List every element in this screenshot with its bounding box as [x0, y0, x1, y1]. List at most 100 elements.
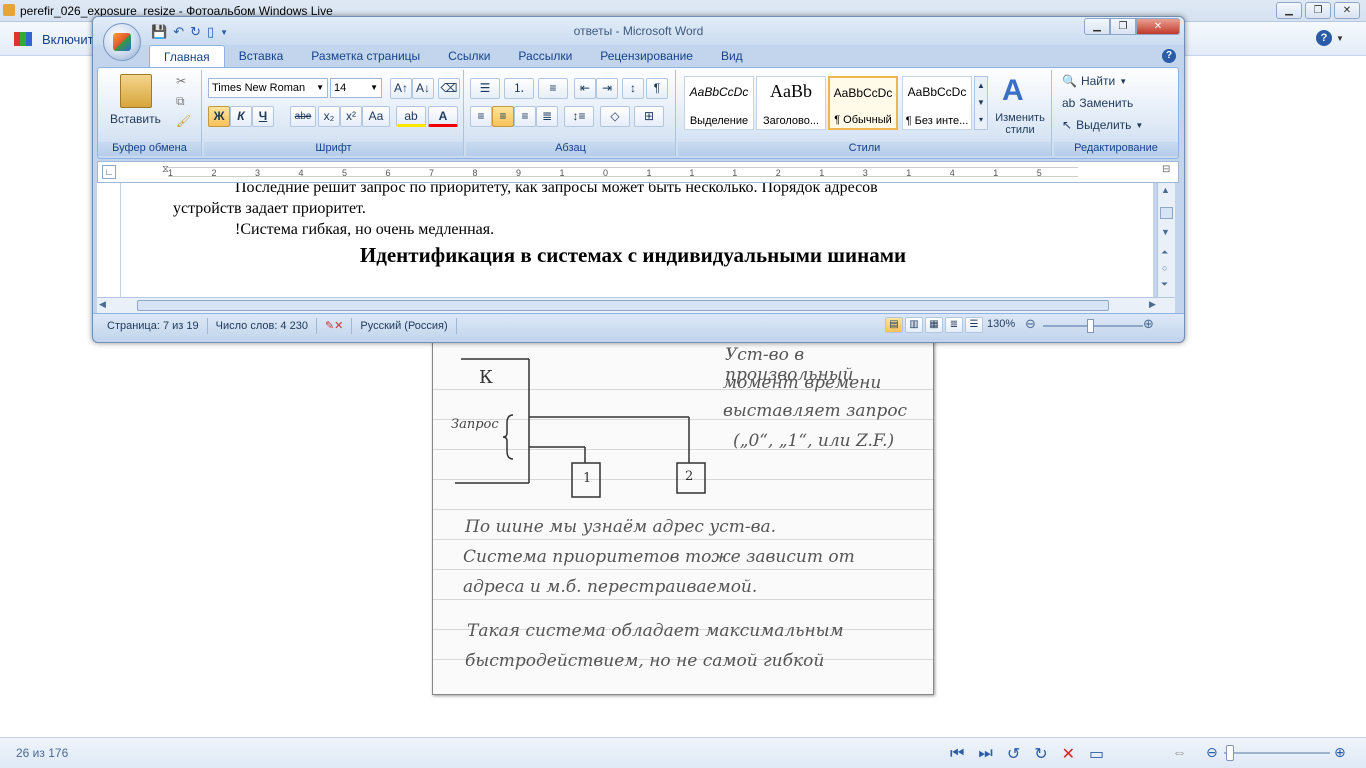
font-name-dropdown-icon[interactable]: ▼ — [316, 79, 324, 97]
word-close-button[interactable]: ✕ — [1136, 18, 1180, 35]
align-left-icon[interactable]: ≡ — [470, 106, 492, 127]
next-icon[interactable]: ⏭ — [978, 745, 992, 763]
numbering-icon[interactable]: ⒈ — [504, 78, 534, 99]
previous-icon[interactable]: ⏮ — [950, 745, 964, 763]
line-spacing-icon[interactable]: ↕≡ — [564, 106, 594, 127]
web-layout-icon[interactable]: ▦ — [925, 317, 943, 333]
superscript-button[interactable]: x² — [340, 106, 362, 127]
copy-icon[interactable]: ⧉ — [176, 94, 185, 109]
fit-icon[interactable]: ⇔ — [1172, 744, 1187, 761]
gallery-minimize-button[interactable]: ▁ — [1276, 2, 1302, 19]
tab-references[interactable]: Ссылки — [434, 45, 504, 67]
strikethrough-button[interactable]: abe — [290, 106, 316, 127]
cut-icon[interactable]: ✂ — [176, 74, 186, 88]
style-heading[interactable]: AaBb Заголово... — [756, 76, 826, 130]
font-color-icon[interactable]: A — [428, 106, 458, 127]
gallery-toolbar-item[interactable]: Включит — [42, 32, 94, 47]
shrink-font-icon[interactable]: A↓ — [412, 78, 434, 99]
find-dropdown-icon[interactable]: ▼ — [1119, 77, 1127, 86]
select-button[interactable]: ↖ Выделить ▼ — [1062, 118, 1143, 132]
align-right-icon[interactable]: ≡ — [514, 106, 536, 127]
word-count[interactable]: Число слов: 4 230 — [208, 317, 317, 334]
select-dropdown-icon[interactable]: ▼ — [1135, 121, 1143, 130]
horizontal-scrollbar[interactable]: ◀ ▶ — [97, 297, 1175, 313]
indent-marker-icon[interactable]: ⧖ — [162, 164, 169, 175]
document-area[interactable]: Последние решит запрос по приоритету, ка… — [97, 183, 1153, 297]
browse-object-icon[interactable]: ○ — [1162, 263, 1167, 273]
borders-icon[interactable]: ⊞ — [634, 106, 664, 127]
sort-icon[interactable]: ↕ — [622, 78, 644, 99]
subscript-button[interactable]: x₂ — [318, 106, 340, 127]
word-zoom-slider[interactable] — [1043, 319, 1143, 333]
font-name-combo[interactable]: Times New Roman ▼ — [208, 78, 328, 98]
paste-button[interactable]: Вставить — [110, 112, 161, 126]
zoom-slider[interactable] — [1224, 745, 1330, 761]
vertical-scrollbar[interactable]: ▲ ▼ ⏶ ○ ⏷ — [1157, 183, 1175, 297]
word-zoom-thumb[interactable] — [1087, 319, 1094, 333]
office-button[interactable] — [103, 23, 141, 61]
style-emphasis[interactable]: AaBbCcDc Выделение — [684, 76, 754, 130]
word-zoom-in-icon[interactable]: ⊕ — [1143, 316, 1154, 332]
decrease-indent-icon[interactable]: ⇤ — [574, 78, 596, 99]
format-painter-icon[interactable]: 🖌 — [176, 114, 191, 128]
tab-mailings[interactable]: Рассылки — [504, 45, 586, 67]
gallery-help-icon[interactable]: ? — [1316, 30, 1332, 46]
next-page-icon[interactable]: ⏷ — [1161, 279, 1168, 290]
scroll-up-icon[interactable]: ▲ — [1161, 185, 1170, 195]
highlight-icon[interactable]: ab — [396, 106, 426, 127]
style-normal[interactable]: AaBbCcDc ¶ Обычный — [828, 76, 898, 130]
italic-button[interactable]: К — [230, 106, 252, 127]
proofing-icon[interactable]: ✎✕ — [317, 317, 353, 334]
word-maximize-button[interactable]: ❐ — [1110, 18, 1136, 35]
font-size-combo[interactable]: 14 ▼ — [330, 78, 382, 98]
font-size-dropdown-icon[interactable]: ▼ — [370, 79, 378, 97]
slideshow-icon[interactable]: ▭ — [1089, 744, 1104, 764]
tab-home[interactable]: Главная — [149, 45, 225, 67]
show-marks-icon[interactable]: ¶ — [646, 78, 668, 99]
prev-page-icon[interactable]: ⏶ — [1161, 247, 1168, 258]
word-help-icon[interactable]: ? — [1162, 49, 1176, 63]
zoom-out-icon[interactable]: ⊖ — [1206, 744, 1218, 761]
justify-icon[interactable]: ≣ — [536, 106, 558, 127]
rotate-right-icon[interactable]: ↻ — [1034, 744, 1047, 764]
bullets-icon[interactable]: ☰ — [470, 78, 500, 99]
scroll-left-icon[interactable]: ◀ — [99, 299, 106, 310]
align-center-icon[interactable]: ≡ — [492, 106, 514, 127]
tab-view[interactable]: Вид — [707, 45, 757, 67]
tab-insert[interactable]: Вставка — [225, 45, 298, 67]
full-screen-icon[interactable]: ▥ — [905, 317, 923, 333]
zoom-level[interactable]: 130% — [987, 318, 1015, 330]
rotate-left-icon[interactable]: ↺ — [1007, 744, 1020, 764]
view-ruler-icon[interactable]: ⊟ — [1162, 164, 1170, 175]
outline-icon[interactable]: ≣ — [945, 317, 963, 333]
bold-button[interactable]: Ж — [208, 106, 230, 127]
delete-icon[interactable]: ✕ — [1062, 744, 1075, 764]
language-indicator[interactable]: Русский (Россия) — [352, 317, 457, 334]
change-styles-icon[interactable]: A — [1002, 74, 1024, 108]
increase-indent-icon[interactable]: ⇥ — [596, 78, 618, 99]
paste-icon[interactable] — [120, 74, 152, 108]
shading-icon[interactable]: ◇ — [600, 106, 630, 127]
gallery-close-button[interactable]: ✕ — [1334, 2, 1360, 19]
word-zoom-out-icon[interactable]: ⊖ — [1025, 316, 1036, 332]
horizontal-ruler[interactable]: ∟ 12345678910111213141516171819 ⧖ ⊟ — [97, 161, 1179, 183]
grow-font-icon[interactable]: A↑ — [390, 78, 412, 99]
scroll-right-icon[interactable]: ▶ — [1149, 299, 1156, 310]
find-button[interactable]: 🔍 Найти ▼ — [1062, 74, 1127, 88]
draft-icon[interactable]: ☰ — [965, 317, 983, 333]
print-layout-icon[interactable]: ▤ — [885, 317, 903, 333]
gallery-maximize-button[interactable]: ❐ — [1305, 2, 1331, 19]
style-no-spacing[interactable]: AaBbCcDc ¶ Без инте... — [902, 76, 972, 130]
clear-format-icon[interactable]: ⌫ — [438, 78, 460, 99]
help-dropdown-icon[interactable]: ▼ — [1336, 34, 1344, 43]
tab-page-layout[interactable]: Разметка страницы — [297, 45, 434, 67]
change-styles-button[interactable]: Изменить стили — [990, 112, 1050, 136]
multilevel-list-icon[interactable]: ≡ — [538, 78, 568, 99]
tab-review[interactable]: Рецензирование — [586, 45, 707, 67]
change-case-button[interactable]: Aa — [362, 106, 390, 127]
word-minimize-button[interactable]: ▁ — [1084, 18, 1110, 35]
underline-button[interactable]: Ч — [252, 106, 274, 127]
tab-selector-icon[interactable]: ∟ — [102, 165, 116, 179]
replace-button[interactable]: ab Заменить — [1062, 96, 1133, 110]
zoom-in-icon[interactable]: ⊕ — [1334, 744, 1346, 761]
